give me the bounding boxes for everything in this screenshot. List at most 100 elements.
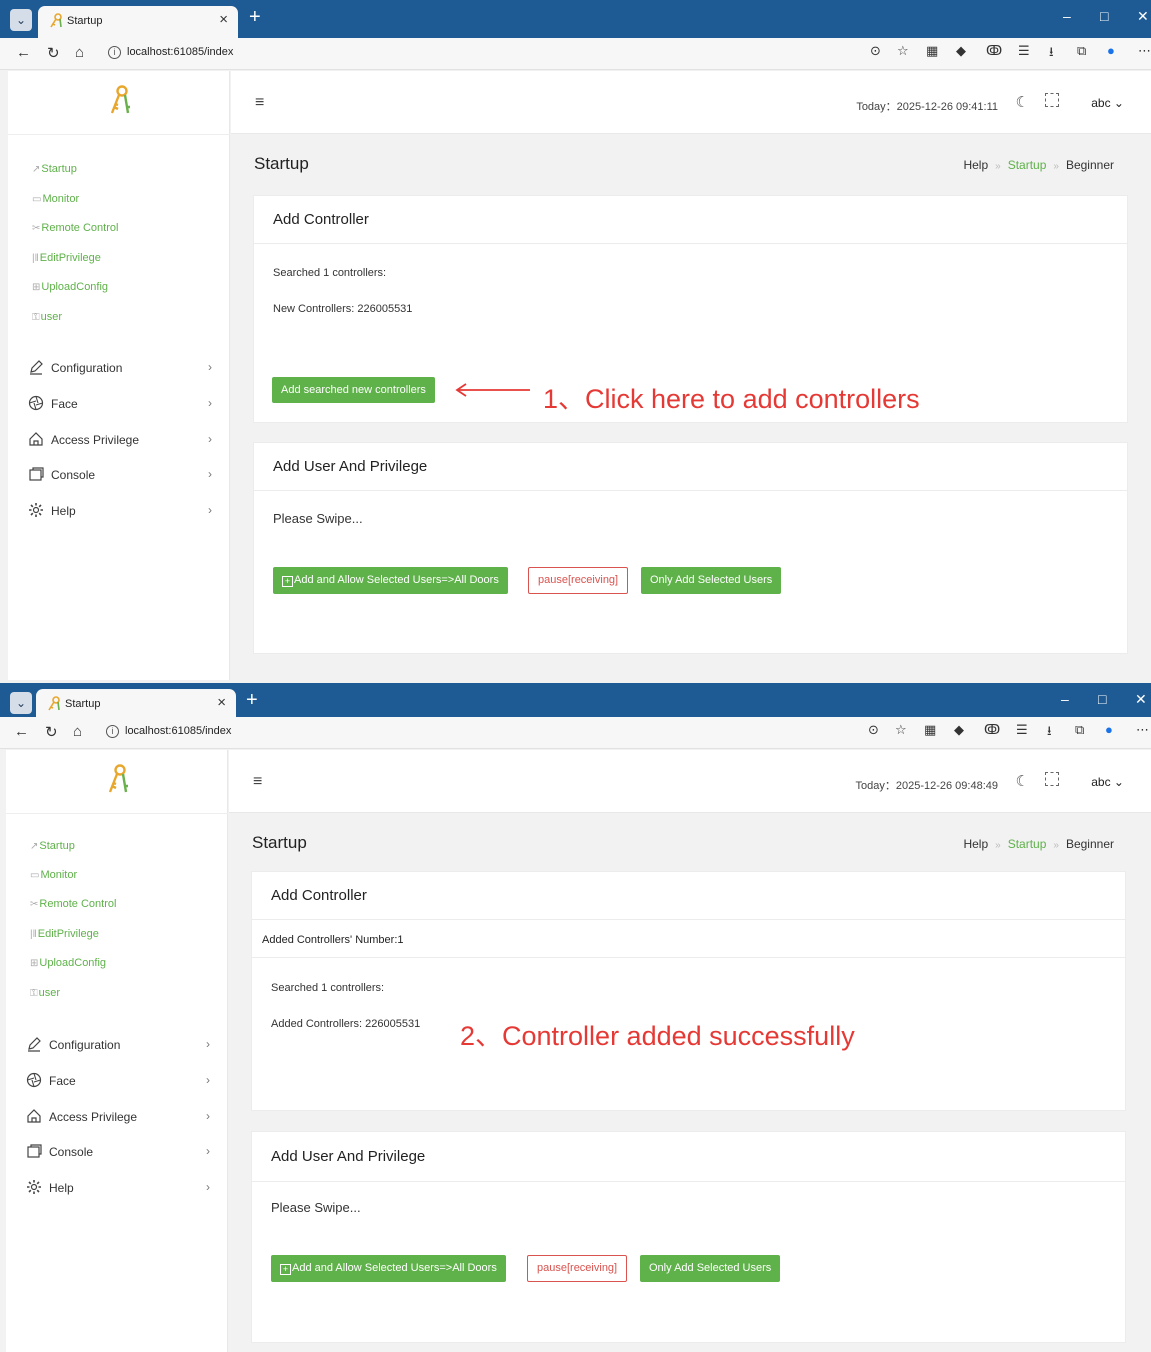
add-searched-controllers-button[interactable]: Add searched new controllers	[272, 377, 435, 403]
pause-receiving-button[interactable]: pause[receiving]	[528, 567, 629, 594]
hamburger-menu-icon[interactable]: ≡	[255, 94, 264, 112]
sidebar-quick-startup[interactable]: ↗Startup	[30, 840, 75, 852]
minimize-icon[interactable]: –	[1061, 691, 1069, 707]
sidebar-quick-remote-control[interactable]: ✂Remote Control	[32, 222, 118, 234]
fullscreen-icon[interactable]	[1045, 93, 1059, 107]
reader-icon[interactable]: ⊙	[868, 722, 879, 738]
swipe-status: Please Swipe...	[273, 511, 363, 526]
tab-actions-icon[interactable]: ⌄	[10, 692, 32, 714]
reader-icon[interactable]: ⊙	[870, 43, 881, 59]
url-field[interactable]: i localhost:61085/index	[100, 42, 1140, 66]
sidebar-quick-monitor[interactable]: ▭Monitor	[32, 193, 79, 205]
refresh-icon[interactable]: ↻	[47, 44, 60, 62]
sidebar-quick-editprivilege[interactable]: |‖EditPrivilege	[30, 928, 99, 940]
breadcrumb-startup[interactable]: Startup	[1008, 158, 1047, 172]
profile-icon[interactable]: ●	[1105, 722, 1113, 737]
user-menu[interactable]: abc ⌄	[1091, 96, 1124, 110]
home-icon[interactable]: ⌂	[75, 44, 84, 61]
screenshot-before: ⌄ Startup × + – □ ✕ ← ↻ ⌂ i localhost:61…	[0, 0, 1151, 680]
info-icon[interactable]: i	[108, 46, 121, 59]
main-content: Startup Help» Startup» Beginner Add Contro…	[229, 813, 1151, 1352]
extension-icon[interactable]: ◆	[954, 722, 964, 738]
keys-logo-icon	[50, 13, 62, 28]
sidebar-item-help[interactable]: Help ›	[28, 500, 212, 524]
copilot-icon[interactable]: ↂ	[984, 722, 1000, 738]
sidebar-item-access-privilege[interactable]: Access Privilege ›	[28, 429, 212, 453]
close-tab-icon[interactable]: ×	[217, 694, 226, 711]
breadcrumb-help[interactable]: Help	[963, 158, 988, 172]
app-header: ≡ Today：2025-12-26 09:41:11 ☾ abc ⌄	[231, 71, 1151, 134]
extension-icon[interactable]: ▦	[926, 43, 938, 59]
pause-receiving-button[interactable]: pause[receiving]	[527, 1255, 628, 1282]
only-add-users-button[interactable]: Only Add Selected Users	[640, 1255, 781, 1282]
brand-logo	[8, 71, 230, 135]
sidebar-quick-startup[interactable]: ↗Startup	[32, 163, 77, 175]
maximize-icon[interactable]: □	[1100, 8, 1108, 24]
profile-icon[interactable]: ●	[1107, 43, 1115, 58]
home-icon[interactable]: ⌂	[73, 723, 82, 740]
new-tab-button[interactable]: +	[246, 689, 258, 712]
sidebar-item-console[interactable]: Console ›	[28, 464, 212, 488]
add-allow-users-button[interactable]: + Add and Allow Selected Users=>All Doors	[271, 1255, 506, 1282]
back-icon[interactable]: ←	[16, 44, 31, 61]
chevron-right-icon: ›	[206, 1073, 210, 1087]
breadcrumb-help[interactable]: Help	[963, 837, 988, 851]
fullscreen-icon[interactable]	[1045, 772, 1059, 786]
annotation-arrow-icon	[455, 383, 530, 397]
sidebar-item-configuration[interactable]: Configuration ›	[26, 1034, 210, 1058]
sidebar-quick-uploadconfig[interactable]: ⊞UploadConfig	[32, 281, 108, 293]
sidebar-quick-user[interactable]: ⚿user	[30, 987, 60, 999]
url-text: localhost:61085/index	[125, 725, 232, 737]
maximize-icon[interactable]: □	[1098, 691, 1106, 707]
refresh-icon[interactable]: ↻	[45, 723, 58, 741]
add-allow-users-button[interactable]: + Add and Allow Selected Users=>All Doors	[273, 567, 508, 594]
card-title: Add Controller	[254, 196, 1127, 244]
close-window-icon[interactable]: ✕	[1135, 691, 1147, 708]
keys-logo-icon	[48, 696, 60, 711]
close-tab-icon[interactable]: ×	[219, 11, 228, 28]
annotation-step-2: 2、Controller added successfully	[460, 1021, 855, 1051]
sidebar-item-face[interactable]: Face ›	[26, 1070, 210, 1094]
sidebar-quick-monitor[interactable]: ▭Monitor	[30, 869, 77, 881]
close-window-icon[interactable]: ✕	[1137, 8, 1149, 25]
more-icon[interactable]: ⋯	[1136, 722, 1149, 738]
sidebar-quick-editprivilege[interactable]: |‖EditPrivilege	[32, 252, 101, 264]
favorites-icon[interactable]: ☰	[1018, 43, 1030, 59]
new-tab-button[interactable]: +	[249, 6, 261, 29]
favorite-star-icon[interactable]: ☆	[897, 43, 909, 59]
more-icon[interactable]: ⋯	[1138, 43, 1151, 59]
only-add-users-button[interactable]: Only Add Selected Users	[641, 567, 782, 594]
screenshot-icon[interactable]: ⧉	[1075, 722, 1084, 738]
card-title: Add Controller	[252, 872, 1125, 920]
info-icon[interactable]: i	[106, 725, 119, 738]
download-icon[interactable]: ⭳	[1047, 722, 1052, 744]
copilot-icon[interactable]: ↂ	[986, 43, 1002, 59]
breadcrumb: Help» Startup» Beginner	[963, 837, 1114, 851]
extension-icon[interactable]: ◆	[956, 43, 966, 59]
tab-actions-icon[interactable]: ⌄	[10, 9, 32, 31]
hamburger-menu-icon[interactable]: ≡	[253, 773, 262, 791]
extension-icon[interactable]: ▦	[924, 722, 936, 738]
minimize-icon[interactable]: –	[1063, 8, 1071, 24]
favorites-icon[interactable]: ☰	[1016, 722, 1028, 738]
url-field[interactable]: i localhost:61085/index	[98, 721, 1138, 745]
add-controller-card: Add Controller Searched 1 controllers: N…	[253, 195, 1128, 423]
breadcrumb-startup[interactable]: Startup	[1008, 837, 1047, 851]
favorite-star-icon[interactable]: ☆	[895, 722, 907, 738]
sidebar-item-configuration[interactable]: Configuration ›	[28, 357, 212, 381]
dark-mode-icon[interactable]: ☾	[1016, 93, 1029, 111]
back-icon[interactable]: ←	[14, 723, 29, 740]
sidebar-quick-uploadconfig[interactable]: ⊞UploadConfig	[30, 957, 106, 969]
screenshot-icon[interactable]: ⧉	[1077, 43, 1086, 59]
sidebar-item-help[interactable]: Help ›	[26, 1177, 210, 1201]
dark-mode-icon[interactable]: ☾	[1016, 772, 1029, 790]
user-menu[interactable]: abc ⌄	[1091, 775, 1124, 789]
sidebar-quick-user[interactable]: ⚿user	[32, 311, 62, 323]
browser-tab[interactable]: Startup ×	[38, 6, 238, 38]
sidebar-item-console[interactable]: Console ›	[26, 1141, 210, 1165]
download-icon[interactable]: ⭳	[1049, 43, 1054, 65]
sidebar-quick-remote-control[interactable]: ✂Remote Control	[30, 898, 116, 910]
added-controllers-count: Added Controllers' Number:1	[252, 920, 1125, 958]
sidebar-item-access-privilege[interactable]: Access Privilege ›	[26, 1106, 210, 1130]
sidebar-item-face[interactable]: Face ›	[28, 393, 212, 417]
